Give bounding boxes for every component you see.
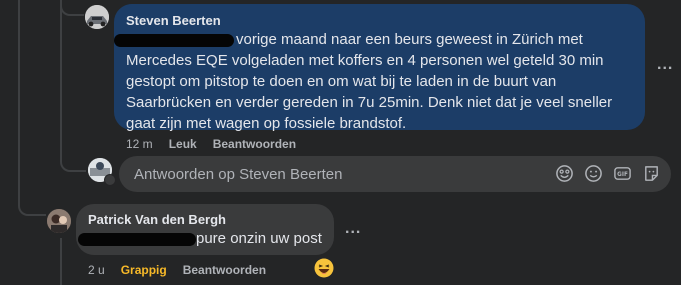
comment-thread: Steven Beerten vorige maand naar een beu… [0,0,681,285]
svg-text:GIF: GIF [617,172,628,178]
reply-composer[interactable]: GIF [119,156,671,192]
thread-line-bottom [60,238,62,285]
thread-curve-top [60,0,84,16]
avatar[interactable] [47,209,71,233]
timestamp[interactable]: 12 m [126,137,153,151]
thread-curve-outer [18,190,46,216]
like-button[interactable]: Leuk [169,137,197,151]
comment-actions: 2 u Grappig Beantwoorden [88,263,266,277]
comment-actions: 12 m Leuk Beantwoorden [126,137,296,151]
camera-sticker-icon[interactable] [642,164,661,183]
thread-curve-reply [60,150,86,172]
avatar-status-icon [104,174,116,186]
sticker-icon[interactable] [555,164,574,183]
comment-text: vorige maand naar een beurs geweest in Z… [114,29,633,134]
timestamp[interactable]: 2 u [88,263,105,277]
gif-icon[interactable]: GIF [613,164,632,183]
comment-author[interactable]: Steven Beerten [126,13,633,29]
reply-button[interactable]: Beantwoorden [213,137,296,151]
thread-line-inner [60,0,62,155]
comment-bubble: Steven Beerten vorige maand naar een beu… [114,4,645,132]
comment-author[interactable]: Patrick Van den Bergh [88,212,322,228]
thread-line-outer [18,0,20,200]
comment-bubble: Patrick Van den Bergh pure onzin uw post [76,204,334,255]
avatar[interactable] [85,5,109,29]
redacted-mention [78,232,196,246]
more-options-button[interactable]: ... [657,56,673,74]
reply-input[interactable] [132,164,556,184]
emoji-icon[interactable] [584,164,603,183]
comment-text: pure onzin uw post [78,228,322,249]
reaction-button[interactable]: Grappig [121,263,167,277]
more-options-button[interactable]: ... [345,220,361,238]
haha-icon[interactable] [314,258,334,278]
reply-button[interactable]: Beantwoorden [183,263,266,277]
composer-icons: GIF [555,164,661,183]
redacted-mention [114,33,234,47]
